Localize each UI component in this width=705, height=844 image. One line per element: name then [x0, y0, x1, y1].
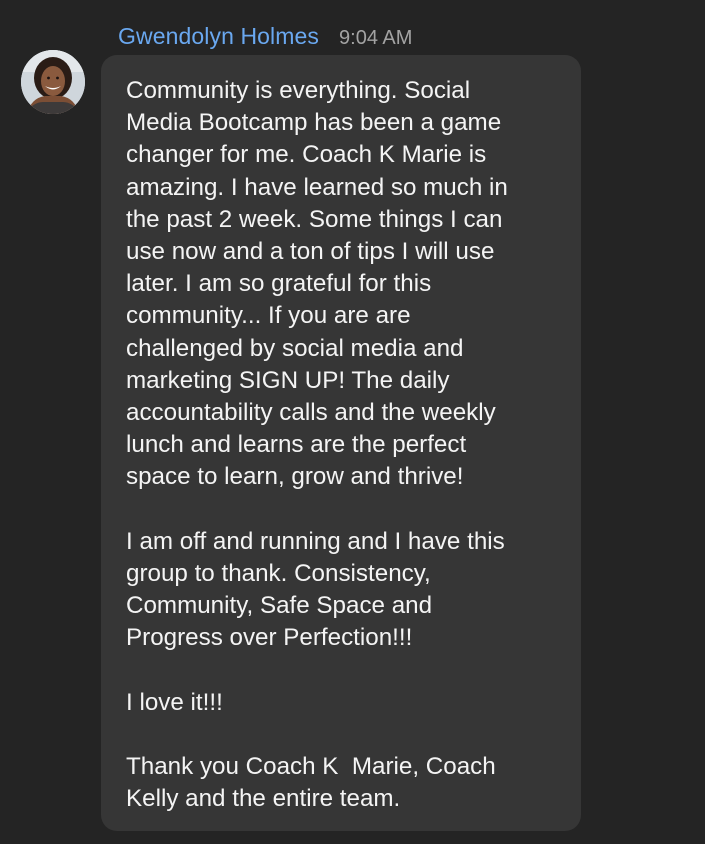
message-paragraph: I love it!!! [126, 688, 223, 716]
avatar[interactable] [21, 50, 85, 114]
message-timestamp: 9:04 AM [339, 27, 413, 49]
message-paragraph: I am off and running and I have this gro… [126, 527, 505, 652]
chat-view: Gwendolyn Holmes 9:04 AM Community is ev… [0, 0, 705, 844]
message-paragraph: Community is everything. Social Media Bo… [126, 77, 508, 491]
message-paragraph: Thank you Coach K Marie, Coach Kelly and… [126, 753, 496, 813]
profile-photo-icon [21, 50, 85, 114]
sender-name[interactable]: Gwendolyn Holmes [118, 23, 319, 50]
message-bubble[interactable]: Community is everything. Social Media Bo… [101, 55, 581, 831]
message-header: Gwendolyn Holmes 9:04 AM [118, 23, 412, 53]
